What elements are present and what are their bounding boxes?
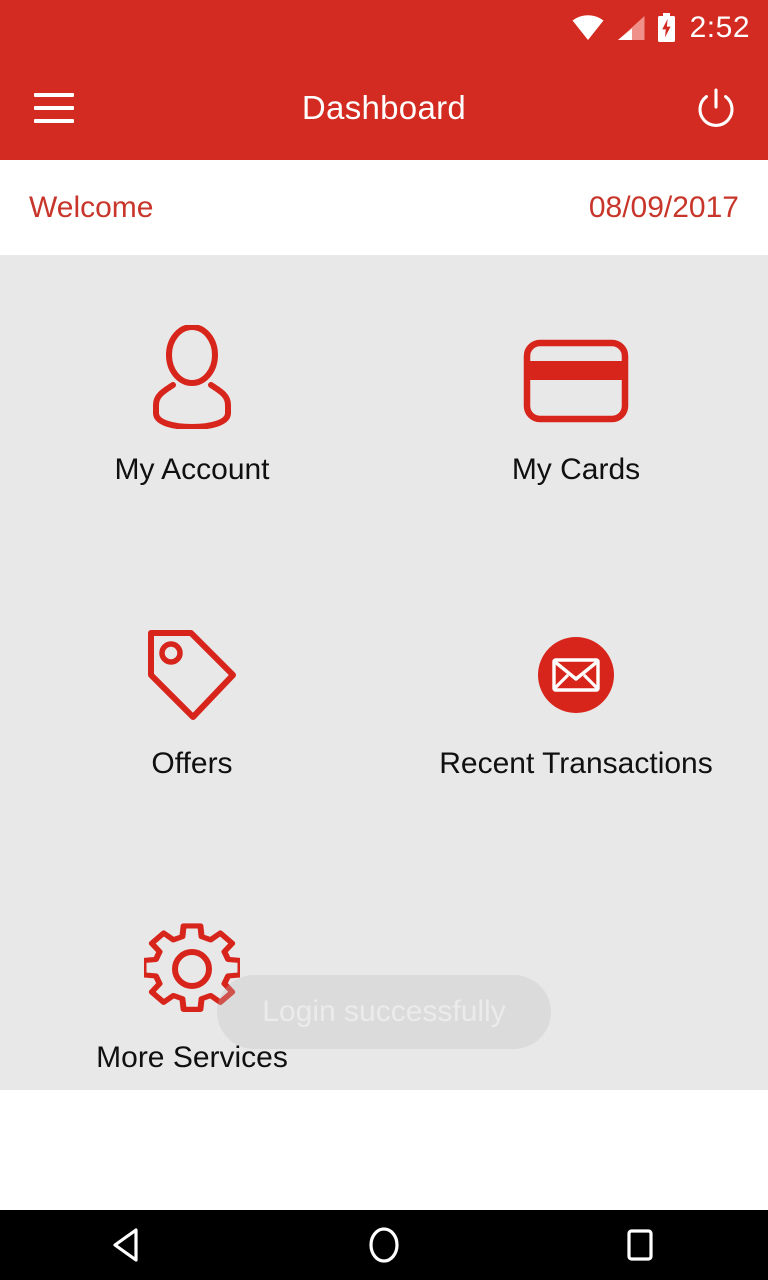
nav-home-button[interactable] xyxy=(324,1210,444,1280)
tile-label: My Cards xyxy=(511,453,641,486)
nav-recents-button[interactable] xyxy=(580,1210,700,1280)
dashboard-content: My Account My Cards Offers Recent Transa… xyxy=(0,255,768,1090)
gear-icon xyxy=(144,923,240,1012)
tile-recent-transactions[interactable]: Recent Transactions xyxy=(384,605,768,781)
tile-icon-wrap xyxy=(145,605,239,723)
android-navigation-bar xyxy=(0,1210,768,1280)
app-bar: Dashboard xyxy=(0,56,768,160)
status-bar: 2:52 xyxy=(0,0,768,56)
battery-charging-icon xyxy=(657,13,675,42)
welcome-date: 08/09/2017 xyxy=(588,190,739,224)
dashboard-grid: My Account My Cards Offers Recent Transa… xyxy=(0,255,768,1075)
recents-square-icon xyxy=(627,1229,653,1261)
home-circle-icon xyxy=(369,1227,399,1263)
tile-label: Recent Transactions xyxy=(439,747,713,780)
envelope-icon xyxy=(538,637,614,713)
tile-label: Offers xyxy=(151,747,233,780)
cellular-signal-icon xyxy=(617,16,645,40)
tile-icon-wrap xyxy=(142,311,242,429)
bottom-blank-area xyxy=(0,1090,768,1210)
welcome-bar: Welcome 08/09/2017 xyxy=(0,160,768,255)
row-spacer xyxy=(0,487,768,605)
power-icon xyxy=(698,88,734,127)
tile-offers[interactable]: Offers xyxy=(0,605,384,781)
status-bar-clock: 2:52 xyxy=(689,11,750,44)
tile-icon-wrap xyxy=(523,311,629,429)
back-triangle-icon xyxy=(113,1228,138,1262)
page-title: Dashboard xyxy=(301,89,467,126)
tile-icon-wrap xyxy=(144,899,240,1017)
dashboard-row: My Account My Cards xyxy=(0,311,768,487)
tile-my-cards[interactable]: My Cards xyxy=(384,311,768,487)
credit-card-icon xyxy=(523,339,629,423)
tile-icon-wrap xyxy=(538,605,614,723)
tile-empty-slot xyxy=(384,899,768,1075)
tile-label: My Account xyxy=(114,453,270,486)
dashboard-row: More Services xyxy=(0,899,768,1075)
nav-back-button[interactable] xyxy=(68,1210,188,1280)
dashboard-row: Offers Recent Transactions xyxy=(0,605,768,781)
welcome-greeting: Welcome xyxy=(29,190,154,224)
tile-my-account[interactable]: My Account xyxy=(0,311,384,487)
user-icon xyxy=(153,325,231,429)
tile-label: More Services xyxy=(96,1041,288,1074)
power-button[interactable] xyxy=(688,80,744,136)
tile-more-services[interactable]: More Services xyxy=(0,899,384,1075)
wifi-icon xyxy=(572,15,604,40)
row-spacer xyxy=(0,781,768,899)
phone-screen: 2:52 Dashboard Welcome 08/09/2017 My Acc… xyxy=(0,0,768,1280)
price-tag-icon xyxy=(148,630,236,720)
